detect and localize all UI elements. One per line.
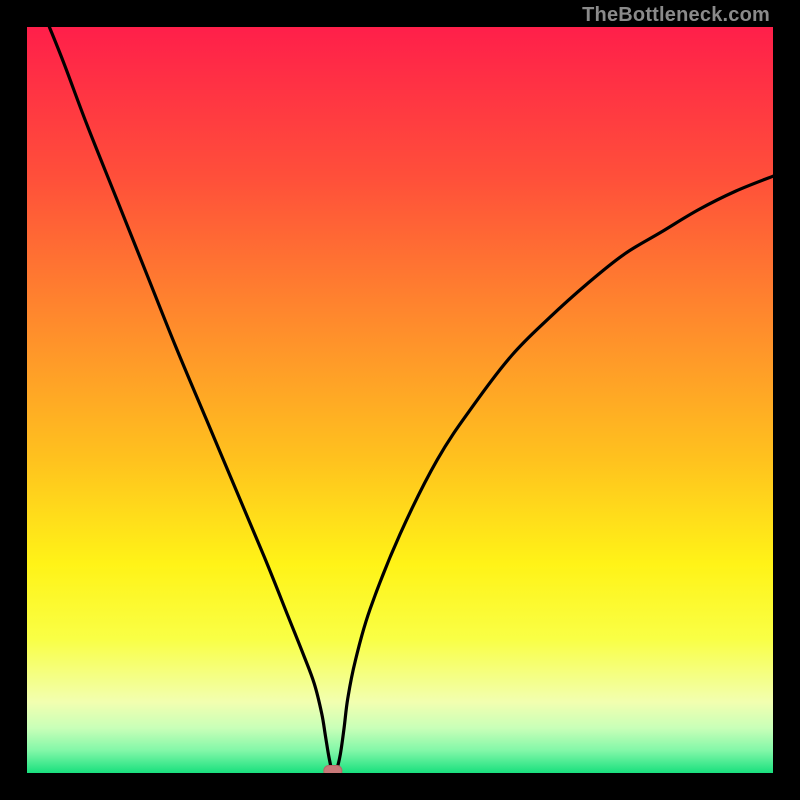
- plot-area: [27, 27, 773, 773]
- gradient-background: [27, 27, 773, 773]
- watermark-text: TheBottleneck.com: [582, 4, 770, 27]
- chart-frame: TheBottleneck.com: [0, 0, 800, 800]
- chart-svg: [27, 27, 773, 773]
- optimal-marker: [324, 766, 342, 774]
